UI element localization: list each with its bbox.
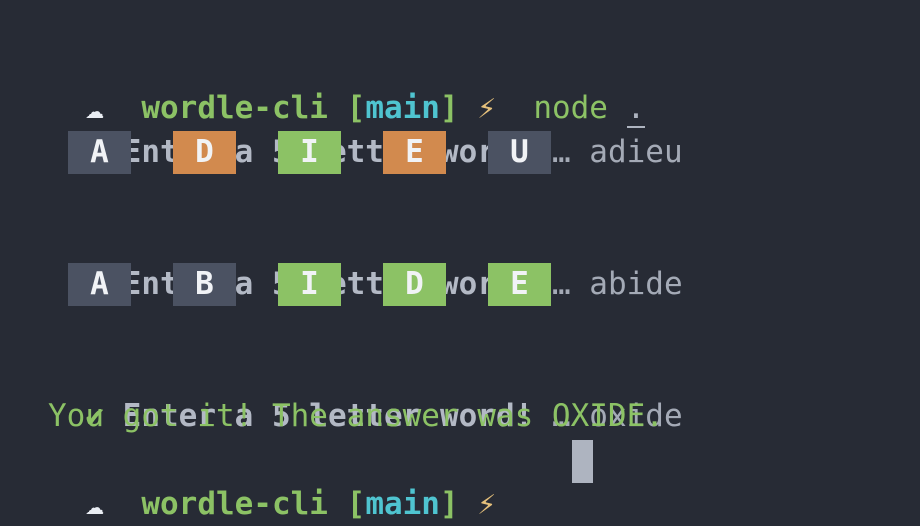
cloud-icon: ☁: [85, 486, 104, 522]
letter-tile: D: [383, 263, 446, 306]
terminal-cursor[interactable]: [572, 440, 593, 483]
question-line: ✔ Enter a 5 letter word! … abide: [48, 218, 682, 302]
git-branch: main: [365, 486, 440, 522]
letter-tile: D: [173, 131, 236, 174]
letter-tile: I: [278, 131, 341, 174]
letter-tile: A: [68, 263, 131, 306]
answer-text: abide: [589, 266, 683, 302]
directory-name: wordle-cli: [141, 486, 328, 522]
result-message: You got it! The answer was OXIDE.: [48, 398, 664, 434]
ellipsis: …: [551, 266, 571, 302]
lightning-icon: ⚡: [477, 486, 496, 522]
answer-text: adieu: [589, 134, 683, 170]
letter-tile: B: [173, 263, 236, 306]
question-line: ✔ Enter a 5 letter word! … adieu: [48, 86, 682, 170]
letter-tile: E: [383, 131, 446, 174]
letter-tile: U: [488, 131, 551, 174]
letter-tile: E: [488, 263, 551, 306]
ellipsis: …: [551, 134, 571, 170]
prompt-line: ☁ wordle-cli [main] ⚡: [85, 486, 496, 522]
letter-tile: A: [68, 131, 131, 174]
question-line: ✔ Enter a 5 letter word! … oxide: [48, 350, 682, 434]
prompt-line: ☁ wordle-cli [main] ⚡ node .: [85, 90, 646, 128]
letter-tile: I: [278, 263, 341, 306]
